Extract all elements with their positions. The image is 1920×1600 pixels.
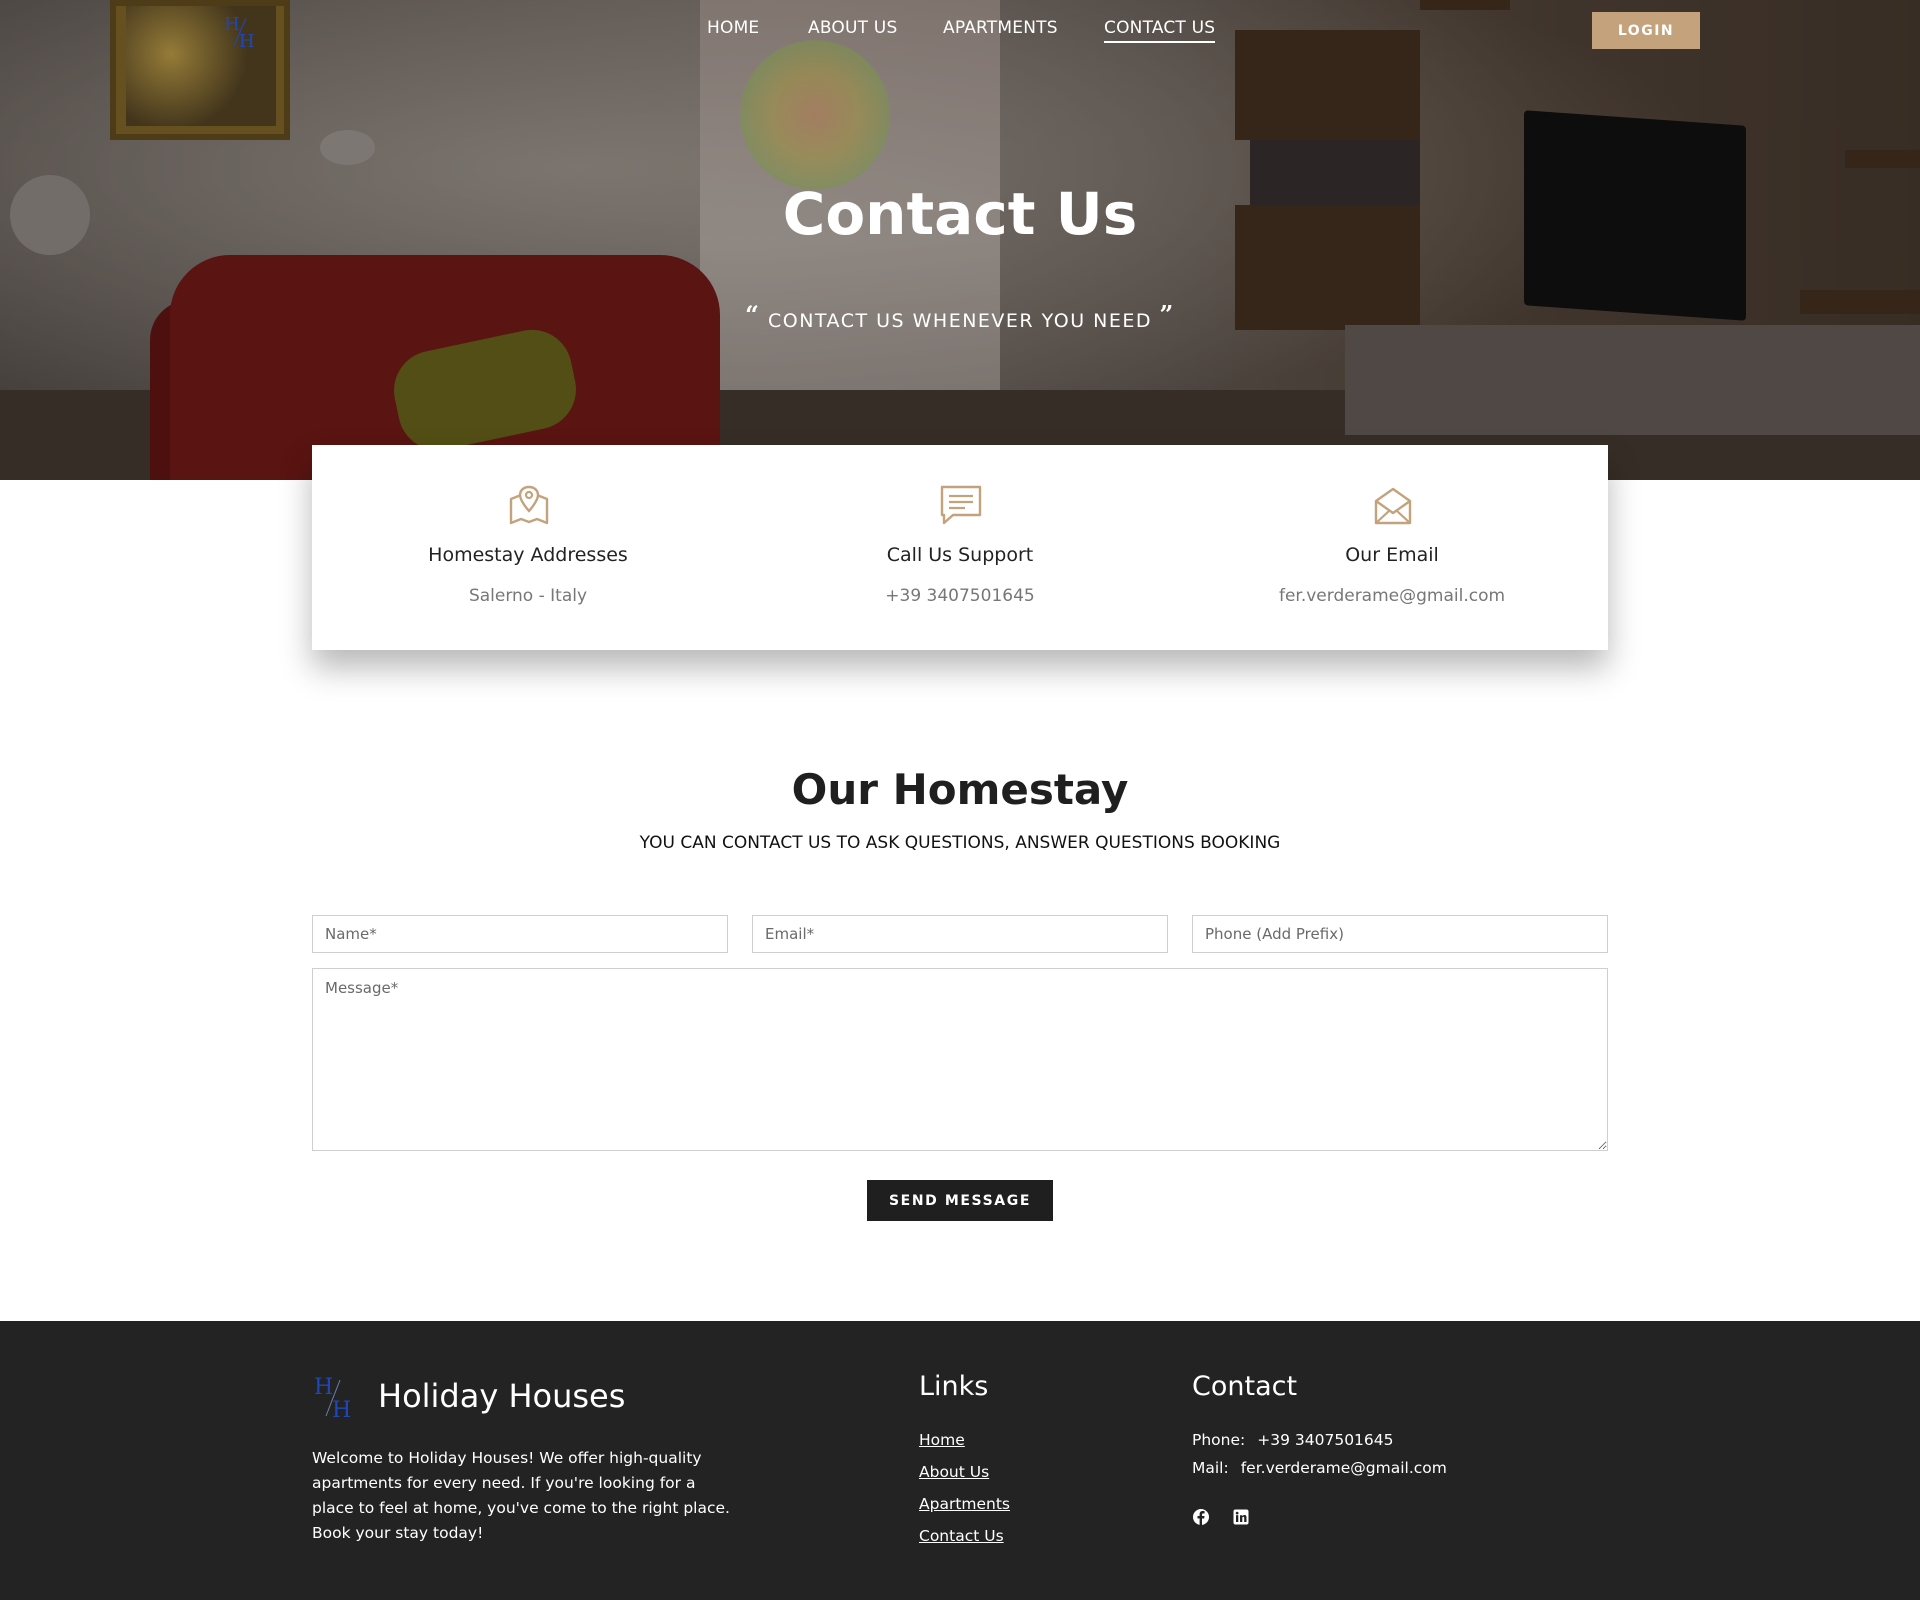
phone-field[interactable] [1192, 915, 1608, 953]
footer-contact-title: Contact [1192, 1371, 1298, 1402]
footer-phone-value[interactable]: +39 3407501645 [1257, 1431, 1393, 1449]
name-field[interactable] [312, 915, 728, 953]
footer-logo-icon[interactable]: H H [312, 1370, 360, 1420]
hero-subtitle: “ CONTACT US WHENEVER YOU NEED ” [0, 300, 1920, 332]
envelope-open-icon [1374, 487, 1412, 525]
chat-bubble-icon [940, 485, 982, 525]
message-field[interactable] [312, 968, 1608, 1151]
contact-info-card: Homestay Addresses Salerno - Italy Call … [312, 445, 1608, 650]
footer-brand-name: Holiday Houses [378, 1377, 626, 1415]
hero-subtitle-text: CONTACT US WHENEVER YOU NEED [767, 310, 1152, 332]
info-email-title: Our Email [1345, 544, 1439, 566]
footer-mail: Mail: fer.verderame@gmail.com [1192, 1459, 1447, 1477]
info-address-value: Salerno - Italy [468, 586, 588, 606]
info-phone-value[interactable]: +39 3407501645 [744, 586, 1176, 606]
nav-apartments[interactable]: APARTMENTS [943, 18, 1058, 38]
info-address-title: Homestay Addresses [428, 544, 628, 566]
footer-links-title: Links [919, 1371, 989, 1402]
footer-link-home[interactable]: Home [919, 1431, 965, 1449]
info-address: Homestay Addresses Salerno - Italy [312, 445, 744, 650]
nav-contact-us[interactable]: CONTACT US [1104, 18, 1216, 43]
section-title: Our Homestay [791, 765, 1129, 814]
footer-phone: Phone: +39 3407501645 [1192, 1431, 1394, 1449]
footer: H H Holiday Houses Welcome to Holiday Ho… [0, 1321, 1920, 1600]
map-pin-icon [509, 485, 549, 525]
linkedin-icon[interactable] [1232, 1508, 1250, 1526]
footer-link-about-us[interactable]: About Us [919, 1463, 989, 1481]
section-subtitle: YOU CAN CONTACT US TO ASK QUESTIONS, ANS… [639, 833, 1281, 853]
email-field[interactable] [752, 915, 1168, 953]
login-button[interactable]: LOGIN [1592, 12, 1700, 49]
facebook-icon[interactable] [1192, 1508, 1210, 1526]
footer-phone-label: Phone: [1192, 1431, 1246, 1449]
footer-mail-value[interactable]: fer.verderame@gmail.com [1241, 1459, 1447, 1477]
footer-mail-label: Mail: [1192, 1459, 1229, 1477]
nav-home[interactable]: HOME [707, 18, 759, 38]
info-phone-title: Call Us Support [886, 544, 1034, 566]
open-quote: “ [745, 300, 761, 329]
send-message-button[interactable]: SEND MESSAGE [867, 1180, 1053, 1221]
svg-text:H: H [314, 1375, 333, 1400]
info-email: Our Email fer.verderame@gmail.com [1176, 445, 1608, 650]
page-title: Contact Us [782, 180, 1138, 248]
nav-about-us[interactable]: ABOUT US [808, 18, 897, 38]
footer-link-apartments[interactable]: Apartments [919, 1495, 1010, 1513]
info-phone: Call Us Support +39 3407501645 [744, 445, 1176, 650]
footer-about-text: Welcome to Holiday Houses! We offer high… [312, 1449, 730, 1542]
svg-text:H: H [332, 1398, 351, 1420]
footer-link-contact-us[interactable]: Contact Us [919, 1527, 1004, 1545]
close-quote: ” [1159, 300, 1175, 329]
info-email-value[interactable]: fer.verderame@gmail.com [1176, 586, 1608, 606]
